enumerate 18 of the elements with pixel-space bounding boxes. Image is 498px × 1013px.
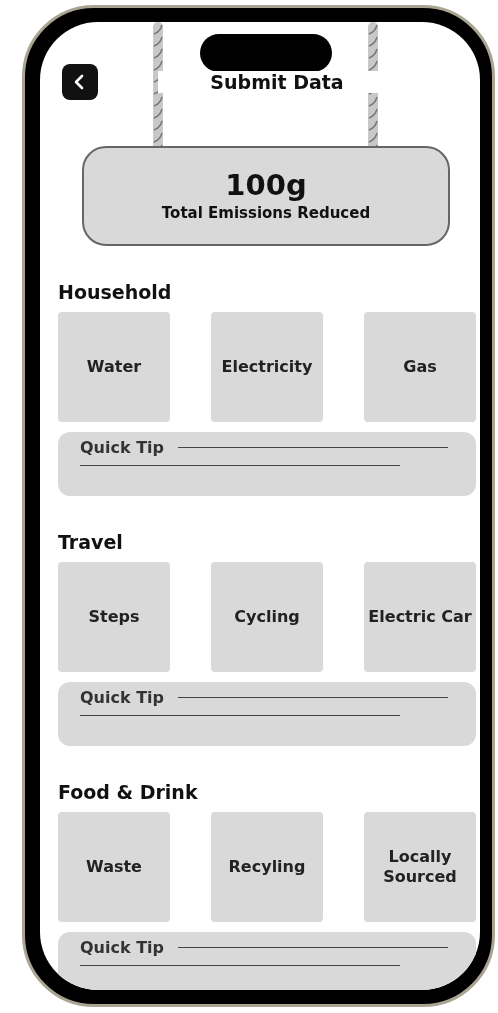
quick-tip-label: Quick Tip — [80, 688, 165, 707]
category-tile[interactable]: Electricity — [211, 312, 323, 422]
emissions-label: Total Emissions Reduced — [161, 203, 371, 222]
section-heading: Travel — [58, 530, 124, 554]
section-heading: Food & Drink — [58, 780, 199, 804]
emissions-value: 100g — [225, 170, 307, 202]
category-tile[interactable]: Locally Sourced — [364, 812, 476, 922]
category-tile[interactable]: Recyling — [211, 812, 323, 922]
category-tile[interactable]: Gas — [364, 312, 476, 422]
category-tile[interactable]: Water — [58, 312, 170, 422]
category-tile[interactable]: Waste — [58, 812, 170, 922]
category-tile[interactable]: Electric Car — [364, 562, 476, 672]
back-button[interactable] — [62, 64, 98, 100]
category-tile[interactable]: Steps — [58, 562, 170, 672]
quick-tip-label: Quick Tip — [80, 938, 165, 957]
section-heading: Household — [58, 280, 173, 304]
category-tile[interactable]: Cycling — [211, 562, 323, 672]
quick-tip-label: Quick Tip — [80, 438, 165, 457]
